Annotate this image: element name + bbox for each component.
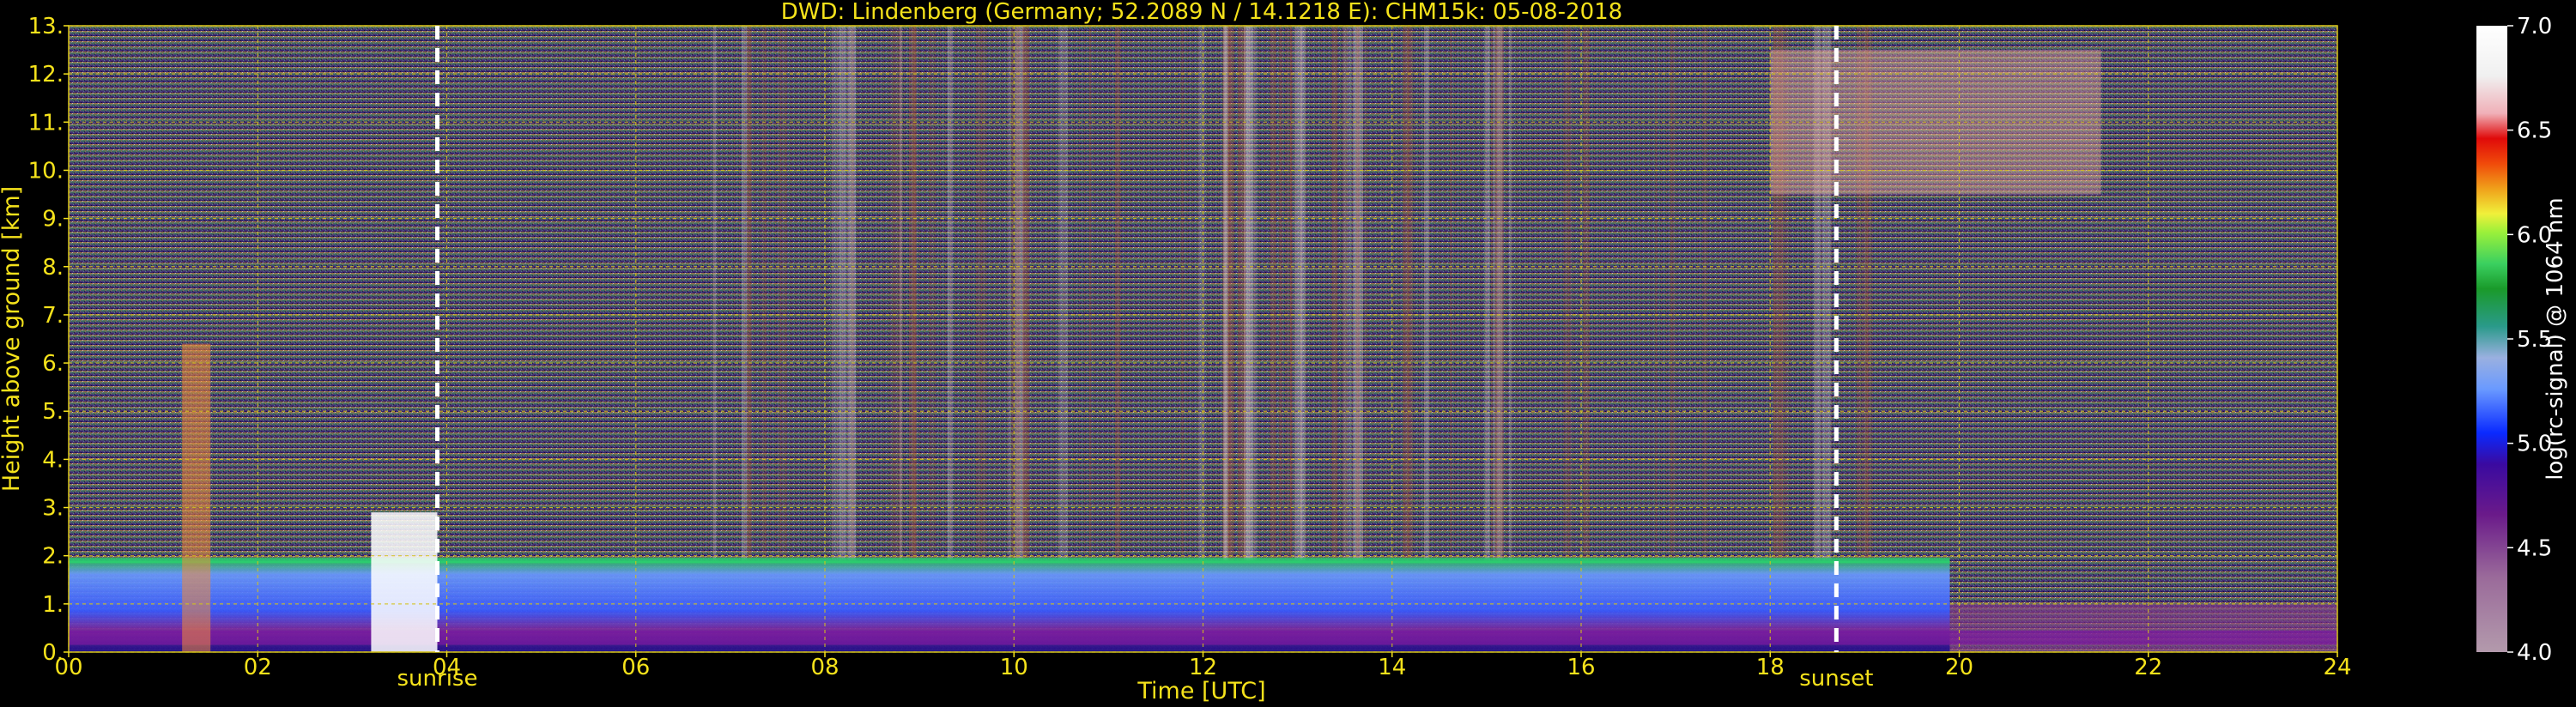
noise-streak: [1403, 26, 1409, 561]
y-tick-label: 4.: [42, 447, 64, 473]
x-tick-label: 12: [1189, 655, 1217, 680]
y-tick-label: 6.: [42, 351, 64, 377]
noise-streak: [1703, 26, 1707, 561]
colorbar-label: log(rc-signal) @ 1064 nm: [2543, 197, 2568, 480]
noise-streak: [1058, 26, 1069, 561]
y-tick-label: 7.: [42, 303, 64, 329]
noise-streak: [929, 26, 936, 561]
noise-streak: [1353, 26, 1364, 561]
low-cloud-fog: [371, 512, 438, 652]
y-tick-label: 11.: [28, 110, 64, 136]
boundary-layer-top: [69, 558, 1950, 564]
noise-streak: [1224, 26, 1227, 561]
noise-streak: [761, 26, 767, 561]
noise-streak: [1364, 26, 1367, 561]
colorbar-scale: [2476, 26, 2507, 652]
colorbar-tick-label: 4.5: [2517, 535, 2552, 561]
x-tick-label: 04: [433, 655, 461, 680]
noise-streak: [746, 26, 752, 561]
colorbar-tick-label: 4.0: [2517, 640, 2552, 666]
precipitation-streak: [182, 343, 211, 652]
noise-streak: [1089, 26, 1092, 561]
x-tick-label: 24: [2323, 655, 2351, 680]
noise-streak: [839, 26, 848, 561]
noise-streak: [1270, 26, 1276, 561]
noise-streak: [890, 26, 893, 561]
x-tick-label: 08: [810, 655, 839, 680]
y-tick-label: 13.: [28, 14, 64, 39]
ceilometer-figure: sunrise sunset 00 02 04 06 08 10 12 14 16 18 20 22 24…: [0, 0, 2568, 704]
y-tick-label: 12.: [28, 62, 64, 88]
noise-streak: [1007, 26, 1012, 561]
noise-streak: [712, 26, 717, 561]
noise-streak: [1669, 26, 1675, 561]
noise-streak: [1343, 26, 1348, 561]
x-tick-label: 18: [1756, 655, 1785, 680]
noise-streak: [1243, 26, 1251, 561]
chart-title: DWD: Lindenberg (Germany; 52.2089 N / 14…: [781, 0, 1622, 25]
x-tick-label: 22: [2134, 655, 2162, 680]
noise-streak: [1654, 26, 1658, 561]
colorbar: 4.04.55.05.56.06.57.0 log(rc-signal) @ 1…: [2476, 14, 2568, 666]
noise-streak: [1450, 26, 1453, 561]
x-tick-label: 10: [1000, 655, 1028, 680]
noise-streak: [1010, 26, 1021, 561]
noise-streak: [1300, 26, 1306, 561]
noise-streak: [976, 26, 986, 561]
x-tick-label: 02: [244, 655, 272, 680]
noise-streak: [947, 26, 953, 561]
noise-streak: [847, 26, 856, 561]
plot-area: [69, 26, 2337, 652]
noise-streak: [1508, 26, 1512, 561]
noise-streak: [1278, 26, 1283, 561]
noise-streak: [892, 26, 903, 561]
y-tick-label: 8.: [42, 255, 64, 281]
colorbar-tick-label: 7.0: [2517, 14, 2552, 39]
noise-streak: [1290, 26, 1293, 561]
x-tick-label: 16: [1567, 655, 1595, 680]
noise-streak: [831, 26, 838, 561]
y-axis-label: Height above ground [km]: [0, 186, 25, 492]
noise-streak: [742, 26, 748, 561]
noise-streak: [909, 26, 917, 561]
y-tick-label: 5.: [42, 399, 64, 425]
y-tick-label: 3.: [42, 496, 64, 522]
noise-streak: [1115, 26, 1120, 561]
noise-streak: [1331, 26, 1338, 561]
noise-streak: [1198, 26, 1205, 561]
noise-streak: [1424, 26, 1430, 561]
y-tick-label: 2.: [42, 544, 64, 570]
noise-streak: [1496, 26, 1503, 561]
noise-streak: [1564, 26, 1572, 561]
noise-streak: [1493, 26, 1496, 561]
y-tick-label: 10.: [28, 158, 64, 184]
noise-streak: [1180, 26, 1185, 561]
x-tick-label: 06: [621, 655, 650, 680]
noise-streak: [778, 26, 788, 561]
noise-streak: [1022, 26, 1030, 561]
noise-streak: [1583, 26, 1590, 561]
x-tick-label: 14: [1378, 655, 1406, 680]
noise-streak: [1484, 26, 1490, 561]
y-tick-label: 1.: [42, 592, 64, 618]
y-tick-label: 0.: [42, 640, 64, 666]
colorbar-tick-label: 6.5: [2517, 118, 2552, 144]
y-tick-label: 9.: [42, 207, 64, 233]
x-axis-label: Time [UTC]: [1136, 678, 1265, 704]
x-tick-label: 20: [1945, 655, 1973, 680]
y-axis-ticks: 0. 1. 2. 3. 4. 5. 6. 7. 8. 9. 10. 11. 12. 13.: [28, 14, 69, 666]
event-label-sunset: sunset: [1799, 666, 1873, 692]
